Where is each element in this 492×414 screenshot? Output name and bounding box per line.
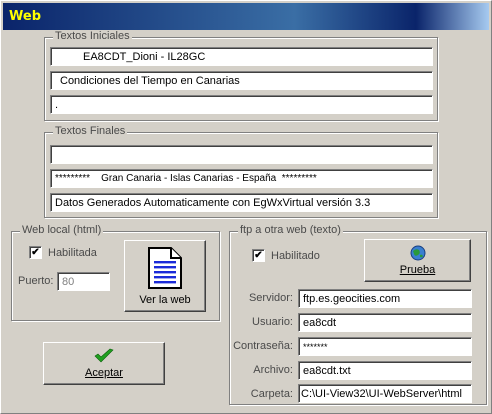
initial-text-1-input[interactable] <box>51 48 432 65</box>
carpeta-field[interactable] <box>298 384 472 403</box>
web-dialog: Web Textos Iniciales Textos Finales Web … <box>0 0 492 414</box>
final-text-3-field[interactable] <box>50 193 433 212</box>
prueba-button[interactable]: Prueba <box>364 239 471 282</box>
carpeta-input[interactable] <box>299 385 471 402</box>
password-field[interactable] <box>298 337 472 356</box>
web-local-group: Web local (html) ✔ Habilitada Puerto: Ve… <box>11 224 220 321</box>
final-text-2-input[interactable] <box>51 170 432 187</box>
ver-la-web-label: Ver la web <box>139 294 191 306</box>
globe-icon <box>410 245 425 261</box>
archivo-label: Archivo: <box>253 364 293 376</box>
green-check-icon <box>94 348 114 363</box>
habilitado-check-icon[interactable]: ✔ <box>252 249 265 262</box>
habilitado-checkbox[interactable]: ✔ Habilitado <box>252 249 320 262</box>
servidor-field[interactable] <box>298 289 472 308</box>
ftp-group: ftp a otra web (texto) ✔ Habilitado Prue… <box>229 224 487 405</box>
habilitado-label: Habilitado <box>271 249 320 262</box>
usuario-field[interactable] <box>298 313 472 332</box>
ftp-legend: ftp a otra web (texto) <box>238 224 343 236</box>
initial-text-3-input[interactable] <box>51 96 432 113</box>
aceptar-label: Aceptar <box>85 367 123 379</box>
textos-iniciales-legend: Textos Iniciales <box>53 30 132 42</box>
prueba-label: Prueba <box>399 264 436 276</box>
document-icon <box>148 247 182 289</box>
servidor-input[interactable] <box>299 290 471 307</box>
final-text-2-field[interactable] <box>50 169 433 188</box>
usuario-input[interactable] <box>299 314 471 331</box>
initial-text-2-input[interactable] <box>51 72 432 89</box>
puerto-field <box>57 272 110 291</box>
password-label: Contraseña: <box>233 340 293 352</box>
habilitada-label: Habilitada <box>48 246 97 259</box>
usuario-label: Usuario: <box>252 316 293 328</box>
web-local-legend: Web local (html) <box>20 224 104 236</box>
password-input[interactable] <box>299 338 471 355</box>
puerto-input <box>58 273 109 290</box>
habilitada-checkbox[interactable]: ✔ Habilitada <box>29 246 97 259</box>
final-text-1-input[interactable] <box>51 146 432 163</box>
window-title: Web <box>9 9 41 24</box>
archivo-field[interactable] <box>298 361 472 380</box>
initial-text-1-field[interactable] <box>50 47 433 66</box>
ver-la-web-button[interactable]: Ver la web <box>124 240 206 312</box>
textos-finales-legend: Textos Finales <box>53 125 128 137</box>
puerto-label: Puerto: <box>18 275 54 287</box>
textos-finales-group: Textos Finales <box>44 125 438 218</box>
final-text-1-field[interactable] <box>50 145 433 164</box>
servidor-label: Servidor: <box>248 292 293 304</box>
archivo-input[interactable] <box>299 362 471 379</box>
textos-iniciales-group: Textos Iniciales <box>44 30 438 121</box>
initial-text-2-field[interactable] <box>50 71 433 90</box>
aceptar-button[interactable]: Aceptar <box>43 342 165 385</box>
initial-text-3-field[interactable] <box>50 95 433 114</box>
final-text-3-input[interactable] <box>51 194 432 211</box>
habilitada-check-icon[interactable]: ✔ <box>29 246 42 259</box>
title-bar[interactable]: Web <box>3 3 489 30</box>
carpeta-label: Carpeta: <box>250 388 293 400</box>
